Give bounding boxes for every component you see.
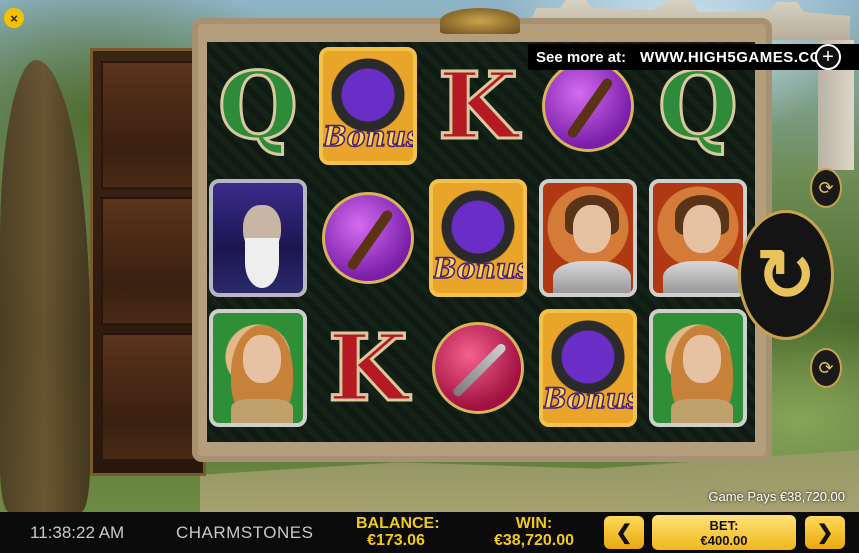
sword-orb-icon	[432, 322, 524, 414]
win-display: WIN: €38,720.00	[484, 515, 584, 549]
symbol-sword	[428, 306, 528, 430]
autoplay-button[interactable]: ⟳	[810, 168, 842, 208]
symbol-k: K	[428, 44, 528, 168]
bonus-text: Bonus	[323, 119, 417, 154]
game-title: CHARMSTONES	[176, 523, 314, 542]
symbol-knight	[648, 176, 748, 300]
bonus-card: Bonus	[319, 47, 417, 165]
bonus-card: Bonus	[539, 309, 637, 427]
bonus-text: Bonus	[433, 251, 527, 286]
balance-display: BALANCE: €173.06	[356, 515, 440, 549]
symbol-bonus: Bonus	[318, 44, 418, 168]
wizard-card	[209, 179, 307, 297]
bet-button[interactable]: BET: €400.00	[652, 515, 796, 550]
symbol-wizard	[208, 176, 308, 300]
k-letter: K	[437, 52, 520, 160]
bet-increase-button[interactable]: ❯	[805, 516, 845, 549]
knight-card	[539, 179, 637, 297]
left-wooden-panel	[90, 48, 206, 476]
symbol-bonus: Bonus	[428, 176, 528, 300]
symbol-princess	[208, 306, 308, 430]
promo-text: See more at:	[536, 48, 627, 66]
plus-button[interactable]: +	[815, 44, 841, 70]
panel-shelf	[101, 333, 199, 461]
panel-shelf	[101, 61, 199, 189]
princess-card	[649, 309, 747, 427]
frame-ornament	[440, 8, 520, 34]
symbol-princess	[648, 306, 748, 430]
spin-button[interactable]: ↻	[738, 210, 834, 340]
q-letter: Q	[216, 52, 299, 160]
k-letter: K	[327, 314, 410, 422]
bet-label: BET:	[709, 517, 739, 533]
bonus-text: Bonus	[543, 381, 637, 416]
symbol-knight	[538, 176, 638, 300]
balance-value: €173.06	[367, 532, 425, 549]
promo-banner: See more at: WWW.HIGH5GAMES.COM	[528, 44, 859, 70]
win-label: WIN:	[515, 515, 553, 532]
close-button[interactable]: ×	[4, 8, 24, 28]
symbol-staff	[318, 176, 418, 300]
symbol-q: Q	[208, 44, 308, 168]
princess-card	[209, 309, 307, 427]
symbol-bonus: Bonus	[538, 306, 638, 430]
bet-value: €400.00	[700, 532, 748, 548]
bottom-status-bar: 11:38:22 AM CHARMSTONES BALANCE: €173.06…	[0, 512, 859, 553]
bonus-card: Bonus	[429, 179, 527, 297]
bet-decrease-button[interactable]: ❮	[604, 516, 644, 549]
staff-orb-icon	[322, 192, 414, 284]
panel-shelf	[101, 197, 199, 325]
q-letter: Q	[656, 52, 739, 160]
clock: 11:38:22 AM	[30, 523, 125, 542]
staff-orb-icon	[542, 60, 634, 152]
promo-url[interactable]: WWW.HIGH5GAMES.COM	[640, 49, 835, 66]
balance-label: BALANCE:	[356, 515, 440, 532]
symbol-k: K	[318, 306, 418, 430]
win-value: €38,720.00	[493, 532, 575, 549]
knight-card	[649, 179, 747, 297]
game-pays-text: Game Pays €38,720.00	[708, 489, 845, 504]
refresh-button[interactable]: ⟳	[810, 348, 842, 388]
